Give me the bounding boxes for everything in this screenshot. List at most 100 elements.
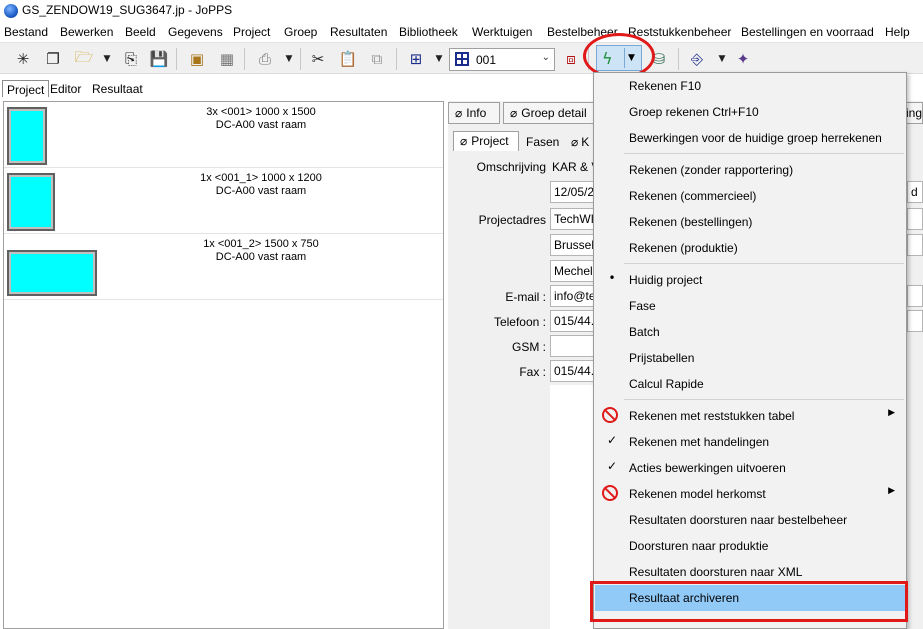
checkmark-icon: ✓	[606, 459, 618, 473]
menu-item-huidig-project[interactable]: • Huidig project	[595, 267, 905, 293]
date-value: 12/05/2	[554, 185, 595, 199]
list-item[interactable]: 1x <001_1> 1000 x 1200 DC-A00 vast raam	[4, 168, 443, 234]
item-list: 3x <001> 1000 x 1500 DC-A00 vast raam 1x…	[3, 101, 444, 629]
tab-info-label: Info	[466, 106, 487, 120]
menu-item-label: Rekenen model herkomst	[629, 487, 766, 501]
menu-item-acties-bewerkingen[interactable]: ✓ Acties bewerkingen uitvoeren	[595, 455, 905, 481]
menu-item-prijstabellen[interactable]: Prijstabellen	[595, 345, 905, 371]
window-title: GS_ZENDOW19_SUG3647.jp - JoPPS	[22, 3, 233, 17]
menu-item-rekenen-produktie[interactable]: Rekenen (produktie)	[595, 235, 905, 261]
projectadres-label: Projectadres	[478, 213, 546, 227]
position-combo-value: 001	[476, 53, 497, 67]
menu-item-label: Groep rekenen Ctrl+F10	[629, 105, 759, 119]
app-logo-icon	[4, 4, 18, 18]
new-icon[interactable]: ✳	[12, 48, 34, 70]
paperclip-icon: ⌀	[460, 134, 468, 148]
tab-info[interactable]: ⌀ Info	[448, 102, 500, 124]
title-bar: GS_ZENDOW19_SUG3647.jp - JoPPS	[0, 0, 923, 22]
extra-field-4[interactable]	[907, 310, 923, 332]
menu-item-label: Rekenen (commercieel)	[629, 189, 757, 203]
menu-item-doorsturen-bestelbeheer[interactable]: Resultaten doorsturen naar bestelbeheer	[595, 507, 905, 533]
magic-wand-icon[interactable]: ✦	[732, 48, 754, 70]
menu-item-rekenen-handelingen[interactable]: ✓ Rekenen met handelingen	[595, 429, 905, 455]
item-size: 3x <001> 1000 x 1500	[206, 106, 316, 118]
frame-select-icon[interactable]: ⊞	[405, 48, 427, 70]
subtab-project-label: Project	[471, 134, 509, 148]
print-preview-icon[interactable]: ▣	[186, 48, 208, 70]
menu-item-rekenen-bestellingen[interactable]: Rekenen (bestellingen)	[595, 209, 905, 235]
report-dropdown-icon[interactable]: ▼	[717, 48, 727, 70]
menu-item-fase[interactable]: Fase	[595, 293, 905, 319]
adres-line1-value: TechWI	[554, 212, 595, 226]
multi-window-icon[interactable]: ⧈	[560, 48, 582, 70]
item-type: DC-A00 vast raam	[215, 185, 307, 197]
menu-groep[interactable]: Groep	[284, 25, 317, 39]
prohibited-icon	[602, 407, 618, 423]
menu-gegevens[interactable]: Gegevens	[168, 25, 223, 39]
position-combo[interactable]: 001 ⌄	[449, 48, 555, 71]
tab-project[interactable]: Project	[2, 80, 50, 97]
subtab-fasen[interactable]: Fasen	[520, 133, 565, 153]
paste-special-icon[interactable]: ⧉	[366, 48, 388, 70]
paste-icon[interactable]: 📋	[337, 48, 359, 70]
grid-icon[interactable]: ▦	[216, 48, 238, 70]
open-dropdown-icon[interactable]: ▼	[102, 48, 112, 70]
tab-editor[interactable]: Editor	[46, 80, 85, 97]
menu-item-bewerkingen-herrekenen[interactable]: Bewerkingen voor de huidige groep herrek…	[595, 125, 905, 151]
cut-icon[interactable]: ✂	[307, 48, 329, 70]
calculate-dropdown-menu: Rekenen F10 Groep rekenen Ctrl+F10 Bewer…	[593, 72, 907, 629]
menu-item-calcul-rapide[interactable]: Calcul Rapide	[595, 371, 905, 397]
import-icon[interactable]: ⎘	[120, 48, 142, 70]
annotation-rectangle	[590, 581, 908, 622]
item-description: 1x <001_2> 1500 x 750 DC-A00 vast raam	[176, 238, 346, 264]
subtab-fasen-label: Fasen	[526, 135, 560, 149]
menu-item-rekenen-commercieel[interactable]: Rekenen (commercieel)	[595, 183, 905, 209]
date-extra-field[interactable]: d	[907, 181, 923, 203]
bullet-icon: •	[608, 271, 616, 285]
chevron-down-icon[interactable]: ⌄	[542, 52, 550, 63]
menu-beeld[interactable]: Beeld	[125, 25, 156, 39]
menu-item-doorsturen-produktie[interactable]: Doorsturen naar produktie	[595, 533, 905, 559]
item-type: DC-A00 vast raam	[215, 251, 307, 263]
copy-doc-icon[interactable]: ❐	[42, 48, 64, 70]
menu-bestand[interactable]: Bestand	[4, 25, 48, 39]
paperclip-icon: ⌀	[455, 106, 463, 120]
menu-item-groep-rekenen[interactable]: Groep rekenen Ctrl+F10	[595, 99, 905, 125]
adres-extra-field-2[interactable]	[907, 234, 923, 256]
tab-groep-detail[interactable]: ⌀ Groep detail	[503, 102, 595, 124]
menu-help[interactable]: Help	[885, 25, 910, 39]
subtab-partial[interactable]: ⌀ K	[565, 133, 593, 153]
report-icon[interactable]: ⎆	[686, 48, 708, 70]
omschrijving-label: Omschrijving	[476, 160, 546, 174]
tab-resultaat[interactable]: Resultaat	[88, 80, 147, 97]
print-dropdown-icon[interactable]: ▼	[284, 48, 294, 70]
menu-item-rekenen-f10[interactable]: Rekenen F10	[595, 73, 905, 99]
menu-item-rekenen-reststukken[interactable]: Rekenen met reststukken tabel ▶	[595, 403, 905, 429]
printer-icon[interactable]: ⎙	[254, 48, 276, 70]
menu-item-batch[interactable]: Batch	[595, 319, 905, 345]
menu-bewerken[interactable]: Bewerken	[60, 25, 113, 39]
menu-item-rekenen-model-herkomst[interactable]: Rekenen model herkomst ▶	[595, 481, 905, 507]
toolbar: ✳ ❐ 🗁 ▼ ⎘ 💾 ▣ ▦ ⎙ ▼ ✂ 📋 ⧉ ⊞ ▼ 001 ⌄ ⧈ ⛁ …	[0, 42, 923, 74]
menu-werktuigen[interactable]: Werktuigen	[472, 25, 532, 39]
window-thumbnail	[7, 107, 47, 165]
list-item[interactable]: 3x <001> 1000 x 1500 DC-A00 vast raam	[4, 102, 443, 168]
frame-dropdown-icon[interactable]: ▼	[434, 48, 444, 70]
menu-resultaten[interactable]: Resultaten	[330, 25, 387, 39]
menu-bestellingen-voorraad[interactable]: Bestellingen en voorraad	[741, 25, 874, 39]
menu-item-label: Acties bewerkingen uitvoeren	[629, 461, 786, 475]
list-item[interactable]: 1x <001_2> 1500 x 750 DC-A00 vast raam	[4, 234, 443, 300]
menu-item-label: Fase	[629, 299, 656, 313]
open-folder-icon[interactable]: 🗁	[73, 48, 95, 70]
subtab-project[interactable]: ⌀ Project	[453, 131, 519, 151]
menu-project[interactable]: Project	[233, 25, 270, 39]
extra-field-3[interactable]	[907, 285, 923, 307]
menu-item-rekenen-zonder-rapportering[interactable]: Rekenen (zonder rapportering)	[595, 157, 905, 183]
menu-item-label: Rekenen (zonder rapportering)	[629, 163, 794, 177]
item-size: 1x <001_2> 1500 x 750	[203, 238, 319, 250]
adres-extra-field-1[interactable]	[907, 208, 923, 230]
menu-reststukkenbeheer[interactable]: Reststukkenbeheer	[628, 25, 731, 39]
menu-bibliotheek[interactable]: Bibliotheek	[399, 25, 458, 39]
menu-item-label: Rekenen (bestellingen)	[629, 215, 753, 229]
save-icon[interactable]: 💾	[148, 48, 170, 70]
